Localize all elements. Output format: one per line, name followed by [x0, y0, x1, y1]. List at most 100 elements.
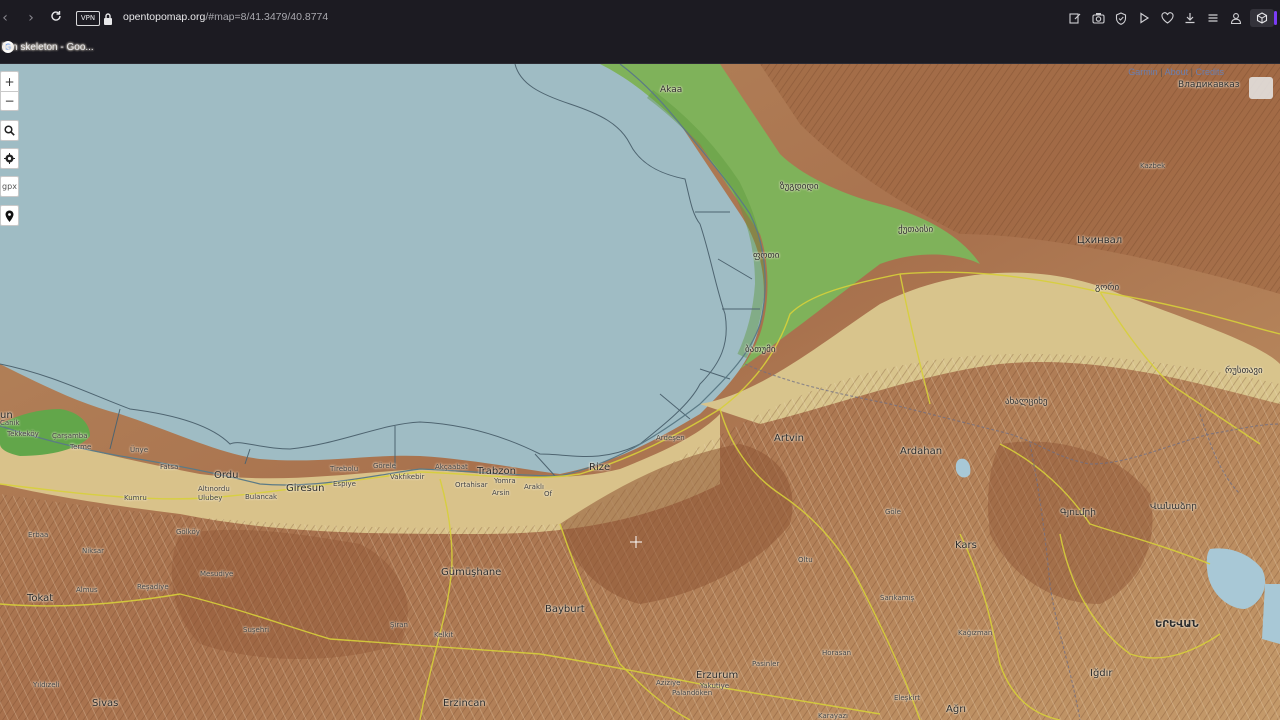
place-label: Цхинвал	[1077, 235, 1123, 246]
place-label: Erbaa	[28, 531, 49, 539]
place-label: Tirebolu	[330, 465, 359, 473]
place-label: რუსთავი	[1225, 366, 1263, 376]
place-label: ზუგდიდი	[780, 182, 819, 192]
place-label: Գյումրի	[1060, 508, 1096, 518]
url-path: /#map=8/41.3479/40.8774	[205, 11, 329, 23]
place-label: Espiye	[333, 480, 356, 488]
place-label: Gümüşhane	[441, 567, 502, 578]
search-button[interactable]	[0, 120, 19, 141]
place-label: Horasan	[822, 649, 852, 657]
lock-icon[interactable]	[103, 11, 113, 25]
place-label: Erzurum	[696, 670, 739, 681]
place-label: Görele	[373, 462, 396, 470]
search-icon	[4, 125, 15, 136]
attribution-separator: |	[1160, 67, 1163, 77]
garmin-link[interactable]: Garmin	[1128, 67, 1158, 77]
bookmark-label: lion skeleton - Goo...	[2, 41, 94, 53]
place-label: Eleşkirt	[894, 694, 920, 702]
place-label: Gölköy	[176, 528, 200, 536]
about-link[interactable]: About	[1165, 67, 1189, 77]
place-label: Aziziye	[656, 679, 681, 687]
place-label: Arsin	[492, 489, 510, 497]
place-label: Bulancak	[245, 493, 278, 501]
zoom-out-button[interactable]: −	[0, 91, 19, 111]
place-label: Iğdır	[1090, 668, 1113, 679]
credits-link[interactable]: Credits	[1195, 67, 1224, 77]
place-label: Göle	[885, 508, 901, 516]
place-label: Oltu	[798, 556, 813, 564]
place-label: Çarşamba	[52, 432, 88, 440]
place-label: Akaa	[660, 85, 683, 95]
place-label: Giresun	[286, 483, 325, 494]
place-label: Artvin	[774, 433, 804, 444]
place-label: Pasinler	[752, 660, 780, 668]
marker-button[interactable]	[0, 205, 19, 226]
place-label: Kumru	[124, 494, 147, 502]
place-label: Ünye	[130, 446, 149, 454]
place-label: Ulubey	[198, 494, 223, 502]
place-label: Վանաձոր	[1150, 502, 1197, 512]
place-label: Terme	[70, 443, 92, 451]
shield-icon[interactable]	[1112, 9, 1130, 27]
place-label: ფოთი	[753, 251, 780, 261]
download-icon[interactable]	[1181, 9, 1199, 27]
place-label: Yıldızeli	[33, 681, 60, 689]
place-label: Palandöken	[672, 689, 713, 697]
locate-button[interactable]	[0, 148, 19, 169]
place-label: Ağrı	[946, 704, 967, 715]
place-label: Ardeşen	[656, 434, 685, 442]
crosshair-icon	[630, 536, 642, 548]
place-label: Of	[544, 490, 552, 498]
forward-arrow-icon[interactable]: ›	[22, 9, 40, 27]
place-label: გორი	[1095, 283, 1120, 293]
map-attribution: Garmin | About | Credits	[1128, 67, 1224, 77]
place-label: Almus	[76, 586, 98, 594]
extension-icon[interactable]	[1250, 9, 1274, 27]
browser-toolbar: ‹ › VPN opentopomap.org/#map=8/41.3479/4…	[0, 0, 1280, 36]
account-icon[interactable]	[1227, 9, 1245, 27]
attribution-separator: |	[1190, 67, 1193, 77]
place-label: Rize	[589, 462, 611, 473]
place-label: ქუთაისი	[898, 225, 934, 235]
place-label: ახალციხე	[1005, 397, 1048, 407]
address-bar[interactable]: opentopomap.org/#map=8/41.3479/40.8774	[123, 11, 328, 23]
back-arrow-icon[interactable]: ‹	[0, 9, 14, 27]
place-label: Kazbek	[1140, 162, 1166, 170]
play-icon[interactable]	[1135, 9, 1153, 27]
crosshairs-icon	[4, 153, 15, 164]
reload-icon[interactable]	[47, 9, 65, 27]
place-label: ԵՐԵՎԱՆ	[1155, 619, 1199, 630]
place-label: Ordu	[214, 470, 239, 481]
place-label: Niksar	[82, 547, 105, 555]
place-label: Tokat	[27, 593, 54, 604]
place-label: Kars	[955, 540, 977, 551]
map-canvas[interactable]: Akaa Владикавказ ზუგდიდი ქუთაისი Цхинвал…	[0, 64, 1280, 720]
place-label: Erzincan	[443, 698, 486, 709]
gpx-button[interactable]: gpx	[0, 176, 19, 197]
place-label: Altınordu	[198, 485, 230, 493]
bookmark-item[interactable]: G lion skeleton - Goo...	[2, 41, 94, 53]
zoom-in-button[interactable]: +	[0, 71, 19, 91]
place-label: Ortahisar	[455, 481, 488, 489]
map-pin-icon	[5, 210, 14, 222]
bookmarks-bar: G lion skeleton - Goo...	[0, 36, 1280, 64]
place-label: Suşehri	[243, 626, 270, 634]
vpn-badge[interactable]: VPN	[76, 11, 100, 26]
place-label: Karayazı	[818, 712, 848, 720]
place-label: Mesudiye	[200, 570, 234, 578]
place-label: Şiran	[390, 621, 408, 629]
topographic-map	[0, 64, 1280, 720]
profile-accent	[1274, 11, 1277, 25]
layer-switcher-button[interactable]	[1249, 77, 1273, 99]
edit-icon[interactable]	[1066, 9, 1084, 27]
menu-icon[interactable]	[1204, 9, 1222, 27]
place-label: Araklı	[524, 483, 544, 491]
place-label: Trabzon	[477, 466, 516, 477]
place-label: Владикавказ	[1178, 80, 1240, 90]
camera-icon[interactable]	[1089, 9, 1107, 27]
place-label: Kağızman	[958, 629, 993, 637]
url-host: opentopomap.org	[123, 11, 206, 23]
place-label: Bayburt	[545, 604, 585, 615]
place-label: un	[0, 410, 13, 421]
heart-icon[interactable]	[1158, 9, 1176, 27]
